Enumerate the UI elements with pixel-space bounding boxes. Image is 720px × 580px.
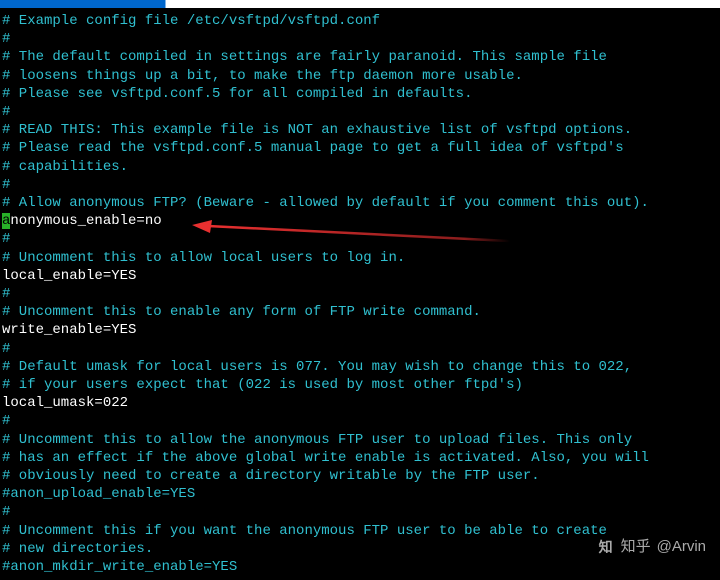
code-line: # Uncomment this to enable any form of F… — [2, 303, 718, 321]
code-line: local_enable=YES — [2, 267, 718, 285]
watermark: 知 知乎 @Arvin — [597, 538, 706, 556]
terminal-editor[interactable]: # Example config file /etc/vsftpd/vsftpd… — [0, 8, 720, 580]
watermark-site: 知乎 — [621, 538, 651, 556]
code-line: # Please see vsftpd.conf.5 for all compi… — [2, 85, 718, 103]
code-line: # — [2, 340, 718, 358]
code-line: # Example config file /etc/vsftpd/vsftpd… — [2, 12, 718, 30]
code-line: # — [2, 503, 718, 521]
code-line: # if your users expect that (022 is used… — [2, 376, 718, 394]
code-line: write_enable=YES — [2, 321, 718, 339]
code-line: local_umask=022 — [2, 394, 718, 412]
window-titlebar — [0, 0, 720, 8]
code-line: # — [2, 30, 718, 48]
code-line: #anon_upload_enable=YES — [2, 485, 718, 503]
code-line: # Allow anonymous FTP? (Beware - allowed… — [2, 194, 718, 212]
code-line: # The default compiled in settings are f… — [2, 48, 718, 66]
code-line: # Uncomment this to allow local users to… — [2, 249, 718, 267]
code-line: # Please read the vsftpd.conf.5 manual p… — [2, 139, 718, 157]
code-line: anonymous_enable=no — [2, 212, 718, 230]
code-line: # Uncomment this to allow the anonymous … — [2, 431, 718, 449]
code-line: # — [2, 230, 718, 248]
zhihu-icon: 知 — [597, 538, 615, 556]
code-line: # has an effect if the above global writ… — [2, 449, 718, 467]
code-line: # — [2, 103, 718, 121]
code-line: # loosens things up a bit, to make the f… — [2, 67, 718, 85]
code-line: # capabilities. — [2, 158, 718, 176]
watermark-author: @Arvin — [657, 538, 706, 556]
code-line: # — [2, 412, 718, 430]
code-line: # — [2, 176, 718, 194]
code-line: # Default umask for local users is 077. … — [2, 358, 718, 376]
code-line: # obviously need to create a directory w… — [2, 467, 718, 485]
code-line: #anon_mkdir_write_enable=YES — [2, 558, 718, 576]
code-line: # — [2, 285, 718, 303]
code-line: # READ THIS: This example file is NOT an… — [2, 121, 718, 139]
